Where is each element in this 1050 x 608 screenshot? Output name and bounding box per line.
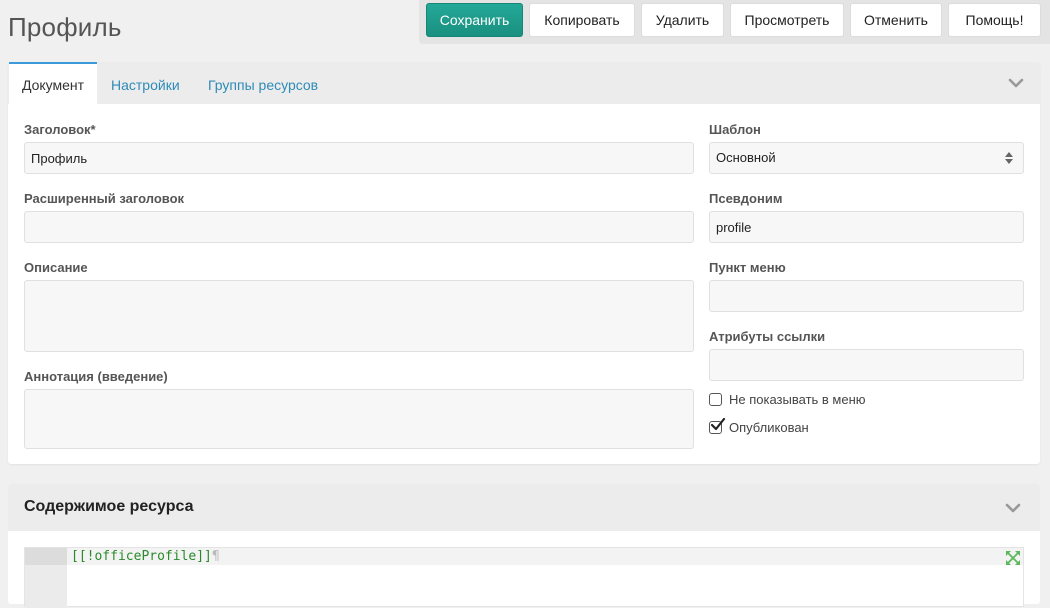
template-label: Шаблон bbox=[709, 122, 761, 137]
code-line[interactable]: [[!officeProfile]]¶ bbox=[71, 548, 220, 565]
end-of-line-marker: ¶ bbox=[211, 549, 220, 564]
menutitle-input[interactable] bbox=[709, 280, 1024, 312]
content-panel-header[interactable]: Содержимое ресурса bbox=[8, 484, 1040, 531]
copy-button[interactable]: Копировать bbox=[529, 3, 635, 37]
menutitle-label: Пункт меню bbox=[709, 260, 786, 275]
published-label: Опубликован bbox=[729, 420, 809, 435]
hidemenu-checkbox[interactable] bbox=[709, 393, 722, 406]
action-toolbar: Сохранить Копировать Удалить Просмотреть… bbox=[419, 0, 1050, 44]
hidemenu-checkbox-row[interactable]: Не показывать в меню bbox=[709, 392, 909, 409]
help-button[interactable]: Помощь! bbox=[948, 3, 1041, 37]
active-line-gutter bbox=[25, 548, 67, 565]
collapse-chevron-icon[interactable] bbox=[1007, 74, 1025, 92]
content-panel-title: Содержимое ресурса bbox=[24, 498, 194, 515]
cancel-button[interactable]: Отменить bbox=[850, 3, 942, 37]
tab-settings[interactable]: Настройки bbox=[111, 62, 180, 104]
tab-bar: Документ Настройки Группы ресурсов bbox=[8, 62, 1040, 104]
resource-form-panel: Документ Настройки Группы ресурсов Загол… bbox=[8, 62, 1040, 464]
template-selected-value: Основной bbox=[716, 150, 776, 165]
alias-input[interactable] bbox=[709, 211, 1024, 243]
pagetitle-label: Заголовок* bbox=[24, 122, 96, 137]
checkmark-icon bbox=[710, 418, 726, 431]
delete-button[interactable]: Удалить bbox=[641, 3, 724, 37]
description-textarea[interactable] bbox=[24, 280, 694, 352]
introtext-label: Аннотация (введение) bbox=[24, 369, 168, 384]
alias-label: Псевдоним bbox=[709, 191, 783, 206]
longtitle-label: Расширенный заголовок bbox=[24, 191, 185, 206]
pagetitle-input[interactable] bbox=[24, 142, 694, 174]
tab-resource-groups[interactable]: Группы ресурсов bbox=[208, 62, 318, 104]
page-title: Профиль bbox=[8, 12, 122, 42]
tab-document[interactable]: Документ bbox=[9, 62, 97, 104]
save-button[interactable]: Сохранить bbox=[426, 3, 523, 37]
collapse-chevron-icon[interactable] bbox=[1004, 499, 1022, 517]
published-checkbox-row[interactable]: Опубликован bbox=[709, 418, 909, 437]
link-attributes-input[interactable] bbox=[709, 349, 1024, 381]
resource-content-panel: Содержимое ресурса 1 [[!officeProfile]]¶ bbox=[8, 484, 1040, 608]
fullscreen-expand-icon[interactable] bbox=[1005, 550, 1021, 566]
code-text: [[!officeProfile]] bbox=[71, 549, 212, 564]
code-editor[interactable]: 1 [[!officeProfile]]¶ bbox=[24, 547, 1024, 608]
template-select[interactable]: Основной bbox=[709, 142, 1024, 174]
introtext-textarea[interactable] bbox=[24, 389, 694, 449]
link-attributes-label: Атрибуты ссылки bbox=[709, 329, 826, 344]
hidemenu-label: Не показывать в меню bbox=[729, 392, 866, 407]
select-updown-icon bbox=[1005, 152, 1013, 164]
description-label: Описание bbox=[24, 260, 88, 275]
preview-button[interactable]: Просмотреть bbox=[730, 3, 844, 37]
longtitle-input[interactable] bbox=[24, 211, 694, 243]
